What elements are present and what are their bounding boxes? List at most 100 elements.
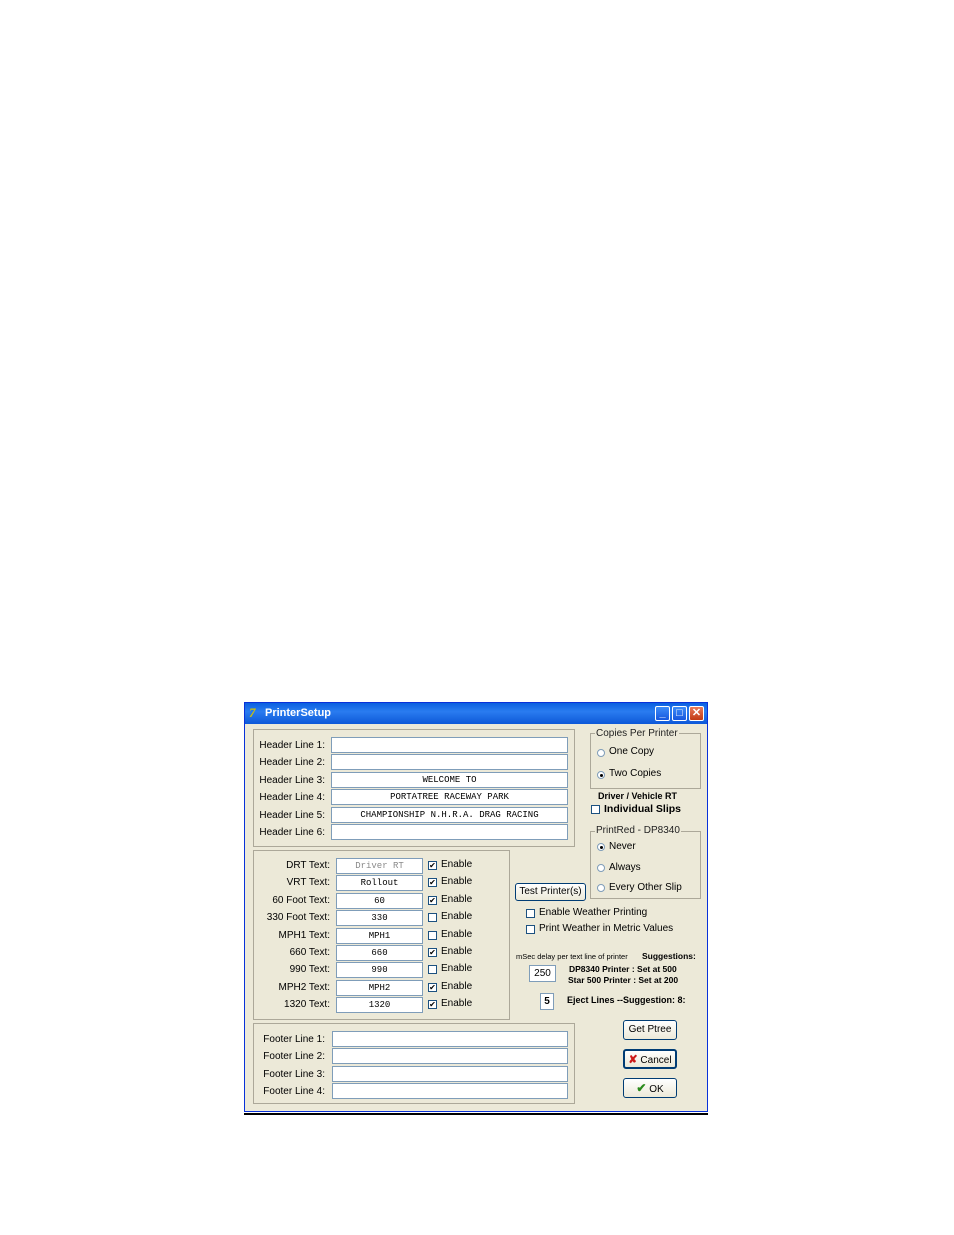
header-line-label: Header Line 4: [259, 792, 325, 804]
never-radio[interactable] [597, 843, 605, 851]
footer-line-label: Footer Line 3: [263, 1068, 325, 1080]
eject-lines-label: Eject Lines --Suggestion: 8: [567, 995, 686, 1005]
text-row-label: MPH1 Text: [278, 929, 331, 941]
app-icon: 7 [249, 705, 256, 720]
footer-line-input[interactable] [332, 1048, 568, 1065]
enable-label[interactable]: Enable [441, 946, 472, 957]
enable-checkbox[interactable]: ✔ [428, 1000, 437, 1010]
header-line-label: Header Line 3: [259, 774, 325, 786]
text-row-input[interactable]: 660 [336, 945, 423, 961]
text-row-input[interactable]: Rollout [336, 875, 423, 892]
close-button[interactable]: ✕ [689, 706, 704, 721]
header-line-label: Header Line 6: [259, 827, 325, 838]
text-row-input[interactable]: 990 [336, 962, 423, 979]
delay-input[interactable]: 250 [529, 965, 556, 982]
dp8340-suggestion: DP8340 Printer : Set at 500 [569, 964, 677, 974]
title-bar[interactable]: 7 PrinterSetup _ □ ✕ [245, 703, 707, 724]
footer-line-label: Footer Line 4: [263, 1086, 325, 1098]
footer-line-input[interactable] [332, 1065, 568, 1082]
enable-label[interactable]: Enable [441, 963, 472, 974]
radio-selected-dot [599, 773, 603, 777]
header-line-input[interactable] [331, 737, 568, 753]
text-row-label: 990 Text: [289, 964, 330, 976]
individual-slips-checkbox[interactable] [591, 805, 600, 814]
minimize-button[interactable]: _ [655, 706, 670, 721]
text-row-label: 660 Text: [289, 947, 330, 958]
enable-checkbox[interactable] [428, 930, 437, 940]
enable-checkbox[interactable] [428, 913, 437, 923]
text-row-input[interactable]: Driver RT [336, 858, 423, 874]
never-label[interactable]: Never [609, 841, 636, 852]
individual-slips-label[interactable]: Individual Slips [604, 803, 681, 815]
always-label[interactable]: Always [609, 862, 641, 873]
enable-checkbox[interactable]: ✔ [428, 895, 437, 905]
enable-checkbox[interactable]: ✔ [428, 948, 437, 957]
copies-legend: Copies Per Printer [595, 728, 679, 739]
one-copy-radio[interactable] [597, 749, 605, 757]
bottom-rule [244, 1113, 708, 1115]
text-row-label: MPH2 Text: [278, 981, 331, 993]
cancel-button-label: Cancel [640, 1055, 672, 1066]
enable-label[interactable]: Enable [441, 859, 472, 870]
two-copies-radio[interactable] [597, 771, 605, 779]
cancel-button[interactable]: ✘ Cancel [623, 1049, 677, 1069]
metric-values-checkbox[interactable] [526, 925, 535, 934]
footer-line-label: Footer Line 2: [263, 1051, 325, 1063]
window-title: PrinterSetup [265, 707, 332, 719]
text-row-label: VRT Text: [286, 877, 330, 889]
header-line-input[interactable]: PORTATREE RACEWAY PARK [331, 789, 568, 806]
header-line-label: Header Line 2: [259, 757, 325, 769]
text-row-input[interactable]: 1320 [336, 997, 423, 1014]
enable-label[interactable]: Enable [441, 929, 472, 940]
enable-label[interactable]: Enable [441, 876, 472, 887]
driver-vehicle-rt-title: Driver / Vehicle RT [598, 791, 678, 801]
enable-label[interactable]: Enable [441, 998, 472, 1009]
printred-legend: PrintRed - DP8340 [595, 825, 681, 836]
enable-label[interactable]: Enable [441, 911, 472, 922]
one-copy-label[interactable]: One Copy [609, 746, 654, 757]
two-copies-label[interactable]: Two Copies [609, 768, 661, 779]
cancel-x-icon: ✘ [628, 1054, 638, 1066]
delay-label: mSec delay per text line of printer [516, 952, 628, 961]
text-row-label: 1320 Text: [284, 999, 330, 1011]
footer-line-input[interactable] [332, 1083, 568, 1100]
test-printers-button[interactable]: Test Printer(s) [515, 883, 586, 901]
every-other-slip-label[interactable]: Every Other Slip [609, 882, 682, 893]
maximize-button[interactable]: □ [672, 706, 687, 721]
header-line-input[interactable] [331, 824, 568, 840]
enable-label[interactable]: Enable [441, 981, 472, 992]
star500-suggestion: Star 500 Printer : Set at 200 [568, 975, 679, 985]
text-row-input[interactable]: MPH1 [336, 927, 423, 944]
metric-values-label[interactable]: Print Weather in Metric Values [539, 923, 673, 934]
text-row-input[interactable]: MPH2 [336, 979, 423, 996]
radio-selected-dot [599, 845, 603, 849]
suggestions-title: Suggestions: [642, 951, 696, 961]
text-row-label: DRT Text: [286, 860, 330, 871]
enable-checkbox[interactable]: ✔ [428, 878, 437, 888]
enable-weather-checkbox[interactable] [526, 909, 535, 918]
footer-line-input[interactable] [332, 1031, 568, 1047]
enable-checkbox[interactable] [428, 965, 437, 975]
footer-line-label: Footer Line 1: [263, 1034, 325, 1045]
text-row-label: 60 Foot Text: [272, 894, 330, 906]
header-line-input[interactable] [331, 754, 568, 771]
always-radio[interactable] [597, 864, 605, 872]
every-other-slip-radio[interactable] [597, 884, 605, 892]
enable-weather-label[interactable]: Enable Weather Printing [539, 907, 647, 918]
printer-setup-window: 7 PrinterSetup _ □ ✕ Copies Per Printer … [244, 702, 708, 1112]
text-row-label: 330 Foot Text: [266, 912, 330, 924]
copies-per-printer-group [590, 733, 701, 789]
text-row-input[interactable]: 60 [336, 892, 423, 909]
get-ptree-button[interactable]: Get Ptree [623, 1020, 677, 1040]
header-line-label: Header Line 5: [259, 809, 325, 821]
text-row-input[interactable]: 330 [336, 910, 423, 927]
enable-checkbox[interactable]: ✔ [428, 982, 437, 992]
header-line-label: Header Line 1: [259, 740, 325, 751]
enable-checkbox[interactable]: ✔ [428, 861, 437, 870]
header-line-input[interactable]: CHAMPIONSHIP N.H.R.A. DRAG RACING [331, 806, 568, 823]
ok-button[interactable]: ✔ OK [623, 1078, 677, 1098]
enable-label[interactable]: Enable [441, 894, 472, 905]
ok-button-label: OK [649, 1084, 664, 1095]
eject-lines-input[interactable]: 5 [540, 993, 554, 1010]
header-line-input[interactable]: WELCOME TO [331, 771, 568, 788]
